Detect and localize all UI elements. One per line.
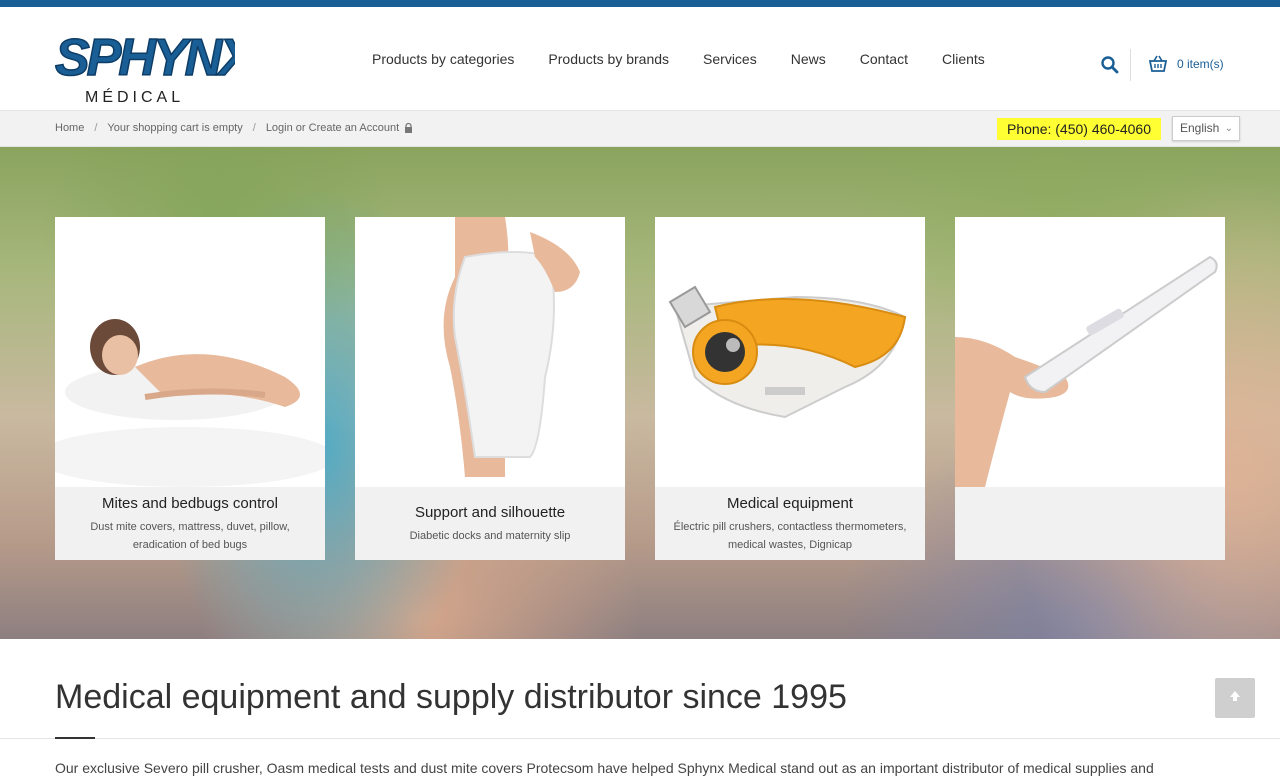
chevron-down-icon: ⌄ bbox=[1224, 123, 1233, 134]
pill-crusher-image bbox=[655, 217, 925, 487]
category-card-tests[interactable] bbox=[955, 217, 1225, 560]
intro-text: Our exclusive Severo pill crusher, Oasm … bbox=[55, 760, 1154, 776]
breadcrumb-cart[interactable]: Your shopping cart is empty bbox=[107, 122, 242, 134]
breadcrumb: Home / Your shopping cart is empty / Log… bbox=[55, 122, 413, 134]
category-card-medical-equipment[interactable]: Medical equipment Électric pill crushers… bbox=[655, 217, 925, 560]
pregnancy-test-image bbox=[955, 217, 1225, 487]
main-nav: Products by categories Products by brand… bbox=[372, 51, 1019, 67]
language-select[interactable]: English ⌄ bbox=[1172, 116, 1240, 141]
title-underline bbox=[55, 737, 95, 739]
category-card-support[interactable]: Support and silhouette Diabetic docks an… bbox=[355, 217, 625, 560]
card-description: Diabetic docks and maternity slip bbox=[409, 530, 571, 542]
nav-products-by-categories[interactable]: Products by categories bbox=[372, 51, 514, 67]
arrow-up-icon bbox=[1229, 689, 1241, 707]
basket-icon[interactable] bbox=[1148, 54, 1168, 74]
search-icon[interactable] bbox=[1100, 55, 1120, 75]
login-link[interactable]: Login or Create an Account bbox=[266, 122, 399, 134]
card-caption: Mites and bedbugs control Dust mite cove… bbox=[55, 487, 325, 560]
category-card-mites[interactable]: Mites and bedbugs control Dust mite cove… bbox=[55, 217, 325, 560]
phone-number: Phone: (450) 460-4060 bbox=[997, 118, 1161, 140]
utility-bar: Home / Your shopping cart is empty / Log… bbox=[0, 111, 1280, 147]
card-caption bbox=[955, 487, 1225, 560]
page-title: Medical equipment and supply distributor… bbox=[55, 678, 847, 716]
shapewear-image bbox=[355, 217, 625, 487]
card-description: Dust mite covers, mattress, duvet, pillo… bbox=[90, 521, 290, 551]
lock-icon bbox=[404, 122, 413, 133]
sphynx-logo-icon: SPHYNX MÉDICAL bbox=[54, 28, 261, 106]
breadcrumb-separator: / bbox=[252, 122, 256, 134]
card-title: Mites and bedbugs control bbox=[102, 495, 278, 512]
sleeping-woman-image bbox=[55, 217, 325, 487]
nav-contact[interactable]: Contact bbox=[860, 51, 908, 67]
breadcrumb-home[interactable]: Home bbox=[55, 122, 84, 134]
cart-count-link[interactable]: 0 item(s) bbox=[1177, 57, 1224, 71]
nav-services[interactable]: Services bbox=[703, 51, 757, 67]
header-divider bbox=[1130, 49, 1131, 81]
top-accent-bar bbox=[0, 0, 1280, 7]
site-logo[interactable]: SPHYNX MÉDICAL bbox=[54, 23, 261, 106]
card-description: Électric pill crushers, contactless ther… bbox=[673, 521, 907, 551]
section-divider bbox=[0, 738, 1280, 739]
language-selected: English bbox=[1180, 121, 1220, 135]
card-title: Medical equipment bbox=[727, 495, 853, 512]
nav-news[interactable]: News bbox=[791, 51, 826, 67]
card-caption: Support and silhouette Diabetic docks an… bbox=[355, 487, 625, 560]
card-title: Support and silhouette bbox=[414, 504, 566, 521]
nav-products-by-brands[interactable]: Products by brands bbox=[548, 51, 669, 67]
svg-text:SPHYNX: SPHYNX bbox=[55, 29, 235, 87]
scroll-to-top-button[interactable] bbox=[1215, 678, 1255, 718]
hero-banner: Mites and bedbugs control Dust mite cove… bbox=[0, 147, 1280, 639]
site-header: SPHYNX MÉDICAL Products by categories Pr… bbox=[0, 7, 1280, 111]
nav-clients[interactable]: Clients bbox=[942, 51, 985, 67]
svg-text:MÉDICAL: MÉDICAL bbox=[85, 87, 184, 105]
card-caption: Medical equipment Électric pill crushers… bbox=[655, 487, 925, 560]
breadcrumb-separator: / bbox=[94, 122, 98, 134]
